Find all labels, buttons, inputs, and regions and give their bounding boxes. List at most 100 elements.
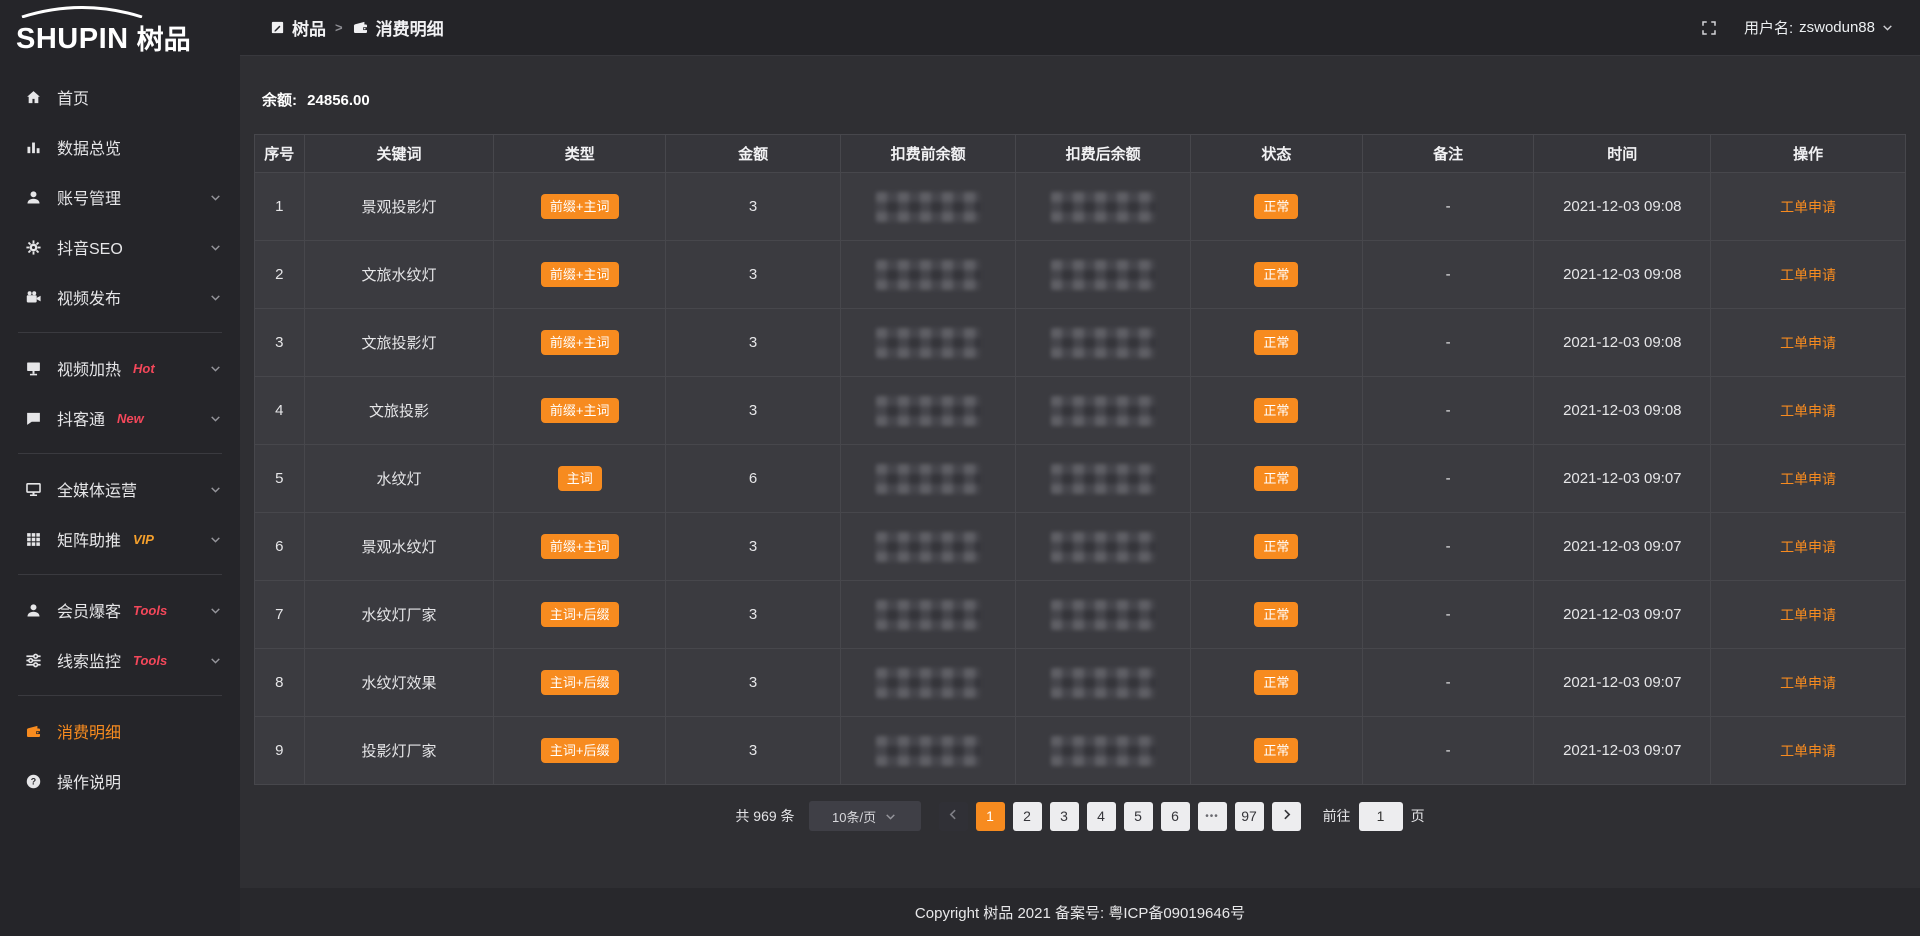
main-content: 余额: 24856.00 序号关键词类型金额扣费前余额扣费后余额状态备注时间操作… (240, 57, 1920, 888)
chevron-down-icon (209, 604, 222, 617)
balance-after-redacted (1051, 328, 1155, 358)
gear-icon (24, 238, 42, 256)
sidebar-item-label: 消费明细 (57, 719, 121, 743)
remark-cell: - (1446, 402, 1451, 419)
col-header: 关键词 (304, 135, 494, 173)
type-badge: 主词+后缀 (541, 738, 619, 763)
ticket-apply-link[interactable]: 工单申请 (1780, 607, 1836, 623)
table-row: 6 景观水纹灯 前缀+主词 3 正常 - 2021-12-03 09:07 工单… (255, 513, 1906, 581)
status-badge: 正常 (1254, 738, 1298, 763)
time-cell: 2021-12-03 09:07 (1563, 538, 1681, 555)
page-button[interactable]: 2 (1013, 802, 1042, 831)
ticket-apply-link[interactable]: 工单申请 (1780, 471, 1836, 487)
ticket-apply-link[interactable]: 工单申请 (1780, 539, 1836, 555)
sidebar-divider (18, 453, 222, 454)
ticket-apply-link[interactable]: 工单申请 (1780, 335, 1836, 351)
page-button[interactable]: 97 (1235, 802, 1264, 831)
sidebar-item-account-manage[interactable]: 账号管理 (0, 172, 240, 222)
type-badge: 主词+后缀 (541, 670, 619, 695)
breadcrumb-label: 消费明细 (376, 15, 444, 40)
breadcrumb-separator: > (335, 20, 343, 35)
remark-cell: - (1446, 266, 1451, 283)
col-header: 序号 (255, 135, 305, 173)
ticket-apply-link[interactable]: 工单申请 (1780, 675, 1836, 691)
status-badge: 正常 (1254, 670, 1298, 695)
sidebar-item-consume-detail[interactable]: 消费明细 (0, 706, 240, 756)
page-button[interactable]: 6 (1161, 802, 1190, 831)
sidebar-item-help[interactable]: ? 操作说明 (0, 756, 240, 806)
ticket-apply-link[interactable]: 工单申请 (1780, 403, 1836, 419)
sidebar-item-home[interactable]: 首页 (0, 72, 240, 122)
chevron-down-icon (884, 810, 897, 823)
sidebar-item-badge: Hot (133, 361, 155, 376)
sidebar-item-douketong[interactable]: 抖客通 New (0, 393, 240, 443)
sidebar-menu: 首页 数据总览 账号管理 抖音SEO 视频发布 视频加热 Hot 抖客通 (0, 62, 240, 806)
chevron-left-icon (947, 808, 960, 824)
page-size-select[interactable]: 10条/页 (809, 801, 921, 831)
page-next-button[interactable] (1272, 802, 1301, 831)
sidebar-item-clue-monitor[interactable]: 线索监控 Tools (0, 635, 240, 685)
keyword-cell: 文旅投影 (369, 403, 429, 420)
sidebar-item-matrix-boost[interactable]: 矩阵助推 VIP (0, 514, 240, 564)
sidebar-item-label: 矩阵助推 (57, 527, 121, 551)
breadcrumb-item[interactable]: 消费明细 (352, 15, 444, 40)
sidebar-item-label: 视频发布 (57, 285, 121, 309)
doc-edit-icon (270, 20, 285, 35)
breadcrumb-item[interactable]: 树品 (270, 15, 326, 40)
chevron-down-icon (209, 654, 222, 667)
sidebar-item-label: 操作说明 (57, 769, 121, 793)
page-button-current[interactable]: 1 (976, 802, 1005, 831)
fullscreen-icon[interactable] (1700, 19, 1718, 37)
chevron-down-icon (1881, 21, 1894, 34)
page-button[interactable]: 5 (1124, 802, 1153, 831)
grid-icon (24, 530, 42, 548)
bar-chart-icon (24, 138, 42, 156)
ticket-apply-link[interactable]: 工单申请 (1780, 267, 1836, 283)
balance-after-redacted (1051, 736, 1155, 766)
row-index: 8 (275, 674, 283, 691)
chevron-down-icon (209, 362, 222, 375)
breadcrumb: 树品 > 消费明细 (270, 15, 444, 40)
amount-cell: 3 (749, 198, 757, 215)
balance: 余额: 24856.00 (262, 89, 1898, 110)
sidebar-item-data-overview[interactable]: 数据总览 (0, 122, 240, 172)
time-cell: 2021-12-03 09:08 (1563, 334, 1681, 351)
type-badge: 前缀+主词 (541, 262, 619, 287)
row-index: 2 (275, 266, 283, 283)
type-badge: 前缀+主词 (541, 398, 619, 423)
ticket-apply-link[interactable]: 工单申请 (1780, 199, 1836, 215)
status-badge: 正常 (1254, 534, 1298, 559)
time-cell: 2021-12-03 09:07 (1563, 470, 1681, 487)
page-ellipsis-button[interactable]: ••• (1198, 802, 1227, 831)
video-icon (24, 288, 42, 306)
sidebar-item-media-operation[interactable]: 全媒体运营 (0, 464, 240, 514)
status-badge: 正常 (1254, 330, 1298, 355)
jump-to-page: 前往 页 (1323, 802, 1425, 831)
balance-after-redacted (1051, 396, 1155, 426)
remark-cell: - (1446, 742, 1451, 759)
jump-page-input[interactable] (1359, 802, 1403, 831)
page-button[interactable]: 3 (1050, 802, 1079, 831)
page-button[interactable]: 4 (1087, 802, 1116, 831)
sidebar-item-badge: New (117, 411, 144, 426)
sidebar-item-video-heat[interactable]: 视频加热 Hot (0, 343, 240, 393)
amount-cell: 3 (749, 742, 757, 759)
ticket-apply-link[interactable]: 工单申请 (1780, 743, 1836, 759)
sidebar-item-douyin-seo[interactable]: 抖音SEO (0, 222, 240, 272)
balance-label: 余额: (262, 92, 297, 109)
sidebar-item-member-baoke[interactable]: 会员爆客 Tools (0, 585, 240, 635)
balance-before-redacted (876, 464, 980, 494)
home-icon (24, 88, 42, 106)
status-badge: 正常 (1254, 262, 1298, 287)
amount-cell: 3 (749, 266, 757, 283)
page-prev-button[interactable] (939, 802, 968, 831)
logo-text-cn: 树品 (137, 27, 191, 54)
row-index: 1 (275, 198, 283, 215)
user-icon (24, 601, 42, 619)
page-buttons: 123456 ••• 97 (976, 802, 1264, 831)
sidebar-item-video-publish[interactable]: 视频发布 (0, 272, 240, 322)
user-dropdown[interactable]: 用户名: zswodun88 (1744, 17, 1894, 38)
sidebar-item-label: 账号管理 (57, 185, 121, 209)
sidebar-item-badge: Tools (133, 653, 167, 668)
remark-cell: - (1446, 606, 1451, 623)
